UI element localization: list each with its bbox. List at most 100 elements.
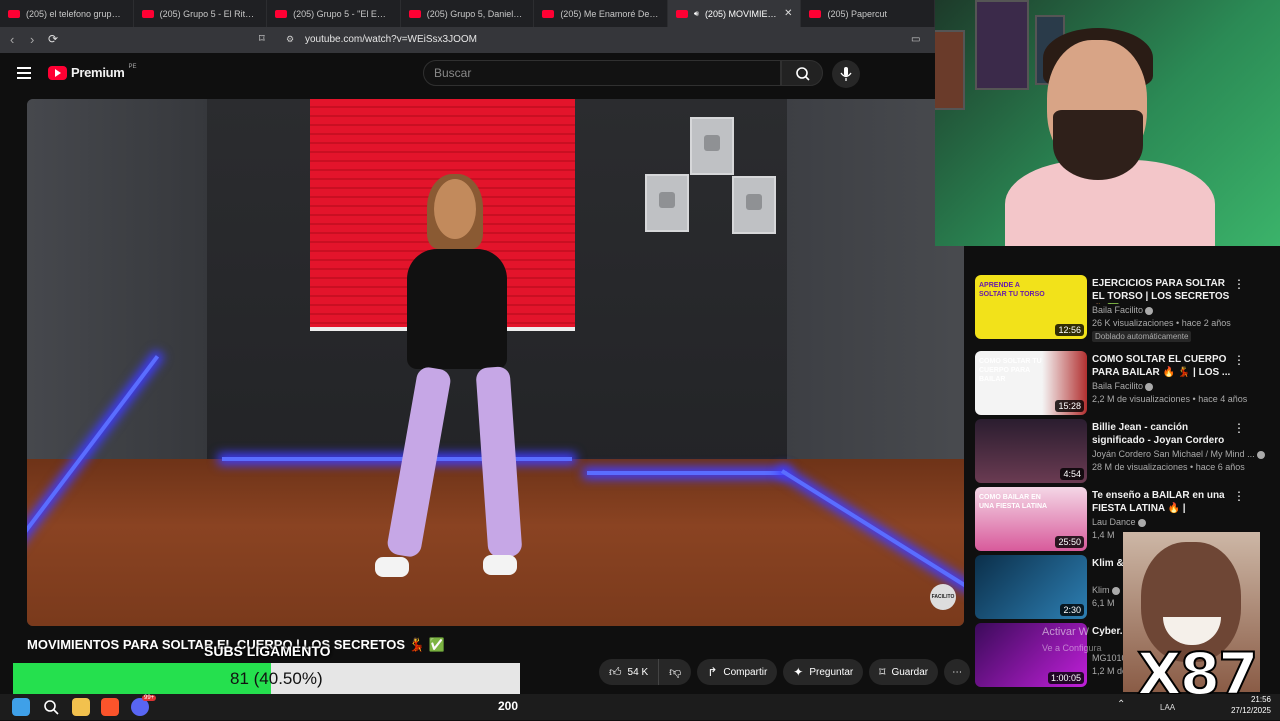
video-actions: 👍︎ 54 K 👎︎ ↱ Compartir ✦ Preguntar ⌑ Guardar…: [599, 659, 971, 685]
clock-date[interactable]: 27/12/2025: [1227, 706, 1271, 715]
led-strip: [587, 471, 787, 475]
share-label: Compartir: [723, 666, 768, 678]
thumbnail-text: COMO SOLTAR TU CUERPO PARA BAILAR: [979, 358, 1042, 383]
channel-name[interactable]: Lau Dance: [1092, 517, 1146, 527]
search-button[interactable]: [781, 60, 823, 86]
close-tab-icon[interactable]: ✕: [784, 8, 792, 19]
dancer-shoe: [375, 557, 409, 577]
ask-button[interactable]: ✦ Preguntar: [783, 659, 864, 685]
thumbnail-text: COMO BAILAR EN UNA FIESTA LATINA: [979, 494, 1048, 510]
browser-tab[interactable]: (205) el telefono grupo 5 conci: [0, 0, 134, 27]
video-thumbnail[interactable]: COMO BAILAR EN UNA FIESTA LATINA 25:50: [975, 487, 1087, 551]
dancer-torso: [407, 249, 507, 369]
video-thumbnail[interactable]: 4:54: [975, 419, 1087, 483]
youtube-favicon-icon: [275, 9, 288, 18]
search-icon: [796, 67, 810, 81]
tab-label: (205) Papercut: [827, 8, 888, 19]
verified-icon: [1137, 518, 1146, 527]
browser-tab[interactable]: 🔊︎ (205) MOVIMIENTOS P ✕: [667, 0, 802, 27]
browser-tab[interactable]: (205) Grupo 5 - El Ritmo de Mi: [134, 0, 268, 27]
recommendation-item[interactable]: APRENDE A SOLTAR TU TORSO 12:56 EJERCICIOS…: [975, 275, 1260, 342]
browser-tab[interactable]: (205) Papercut: [801, 0, 936, 27]
clock-time[interactable]: 21:56: [1237, 695, 1271, 704]
recommendation-title[interactable]: Billie Jean - canción significado - Joya…: [1092, 421, 1232, 447]
channel-label: Joyán Cordero San Michael / My Mind ...: [1092, 449, 1255, 459]
tab-label: (205) el telefono grupo 5 conci: [26, 8, 125, 19]
verified-icon: [1256, 450, 1265, 459]
search-input[interactable]: Buscar: [423, 60, 781, 86]
more-options-icon[interactable]: ⋮: [1233, 277, 1245, 291]
video-duration: 15:28: [1055, 400, 1084, 412]
recommendation-item[interactable]: 4:54 Billie Jean - canción significado - …: [975, 419, 1265, 483]
recommendation-title[interactable]: EJERCICIOS PARA SOLTAR EL TORSO | LOS SE…: [1092, 277, 1232, 304]
channel-name[interactable]: Klim: [1092, 585, 1120, 595]
youtube-favicon-icon: [8, 9, 20, 18]
voice-search-button[interactable]: [832, 60, 860, 88]
goal-label: SUBS LIGAMENTO: [204, 643, 331, 659]
streamer-webcam: [935, 0, 1280, 246]
channel-name[interactable]: Joyán Cordero San Michael / My Mind ...: [1092, 449, 1265, 459]
dislike-button[interactable]: 👎︎: [658, 659, 692, 685]
wall-left: [27, 99, 222, 519]
channel-name[interactable]: Baila Facilito: [1092, 381, 1154, 391]
youtube-favicon-icon: [408, 9, 421, 18]
reload-icon[interactable]: ⟳: [48, 32, 58, 46]
play-button-plaque: [690, 117, 734, 175]
led-strip: [222, 457, 572, 461]
thumbs-down-icon: 👎︎: [669, 664, 682, 679]
browser-tab[interactable]: (205) Grupo 5 - "El Embrujo" (L: [267, 0, 401, 27]
channel-watermark[interactable]: FACILITO: [930, 584, 956, 610]
brave-browser-icon[interactable]: [101, 698, 119, 716]
youtube-favicon-icon: [675, 9, 688, 18]
back-arrow-icon[interactable]: ‹: [10, 32, 14, 47]
more-options-icon[interactable]: ⋮: [1233, 489, 1245, 503]
browser-tab-strip: (205) el telefono grupo 5 conci (205) Gru…: [0, 0, 936, 27]
more-options-icon[interactable]: ⋮: [1233, 353, 1245, 367]
channel-label: Lau Dance: [1092, 517, 1136, 527]
search-icon[interactable]: [42, 698, 60, 716]
forward-arrow-icon[interactable]: ›: [30, 32, 34, 47]
hamburger-menu-icon[interactable]: [17, 67, 31, 79]
save-button[interactable]: ⌑ Guardar: [869, 659, 939, 685]
more-options-icon[interactable]: ⋮: [1233, 421, 1245, 435]
speaker-icon[interactable]: 🔊︎: [694, 9, 699, 19]
file-explorer-icon[interactable]: [72, 698, 90, 716]
cast-icon[interactable]: ▭: [911, 34, 920, 45]
video-thumbnail[interactable]: 2:30: [975, 555, 1087, 619]
like-count: 54 K: [627, 666, 649, 678]
recommendation-title[interactable]: COMO SOLTAR EL CUERPO PARA BAILAR 🔥 💃 | …: [1092, 353, 1232, 379]
subscriber-goal-bar: 81 (40.50%): [13, 663, 520, 694]
view-meta: 2,2 M de visualizaciones • hace 4 años: [1092, 394, 1248, 404]
video-player[interactable]: FACILITO: [27, 99, 964, 626]
video-thumbnail[interactable]: APRENDE A SOLTAR TU TORSO 12:56: [975, 275, 1087, 339]
view-meta: 28 M de visualizaciones • hace 6 años: [1092, 462, 1245, 472]
channel-label: Baila Facilito: [1092, 305, 1144, 315]
channel-name[interactable]: Baila Facilito: [1092, 305, 1154, 315]
address-bar[interactable]: youtube.com/watch?v=WEiSsx3JOOM: [278, 31, 903, 49]
widgets-icon[interactable]: [12, 698, 30, 716]
taskbar-counter: 200: [498, 699, 519, 713]
youtube-premium-logo[interactable]: Premium PE: [48, 63, 137, 80]
browser-tab[interactable]: (205) Grupo 5, Daniela Darcour: [401, 0, 535, 27]
bookmark-icon[interactable]: ⌑: [259, 32, 265, 45]
input-language[interactable]: LAA: [1160, 703, 1175, 712]
recommendation-item[interactable]: COMO SOLTAR TU CUERPO PARA BAILAR 15:28 CO…: [975, 351, 1260, 415]
video-duration: 4:54: [1060, 468, 1084, 480]
youtube-favicon-icon: [809, 9, 822, 18]
video-duration: 12:56: [1055, 324, 1084, 336]
more-actions-button[interactable]: ⋯: [944, 659, 971, 685]
microphone-icon: [840, 67, 852, 81]
share-button[interactable]: ↱ Compartir: [697, 659, 778, 685]
chevron-up-icon[interactable]: ⌃: [1117, 699, 1125, 710]
thumbs-up-icon: 👍︎: [609, 664, 622, 679]
video-duration: 2:30: [1060, 604, 1084, 616]
browser-tab[interactable]: (205) Me Enamoré De Ti, Y Qué: [534, 0, 668, 27]
youtube-favicon-icon: [542, 9, 555, 18]
ask-label: Preguntar: [809, 666, 854, 678]
logo-region: PE: [128, 63, 137, 70]
tab-label: (205) Me Enamoré De Ti, Y Qué: [560, 8, 659, 19]
like-button[interactable]: 👍︎ 54 K: [599, 659, 659, 685]
like-dislike-group: 👍︎ 54 K 👎︎: [599, 659, 692, 685]
video-thumbnail[interactable]: COMO SOLTAR TU CUERPO PARA BAILAR 15:28: [975, 351, 1087, 415]
recommendation-title[interactable]: Te enseño a BAILAR en una FIESTA LATINA …: [1092, 489, 1232, 516]
